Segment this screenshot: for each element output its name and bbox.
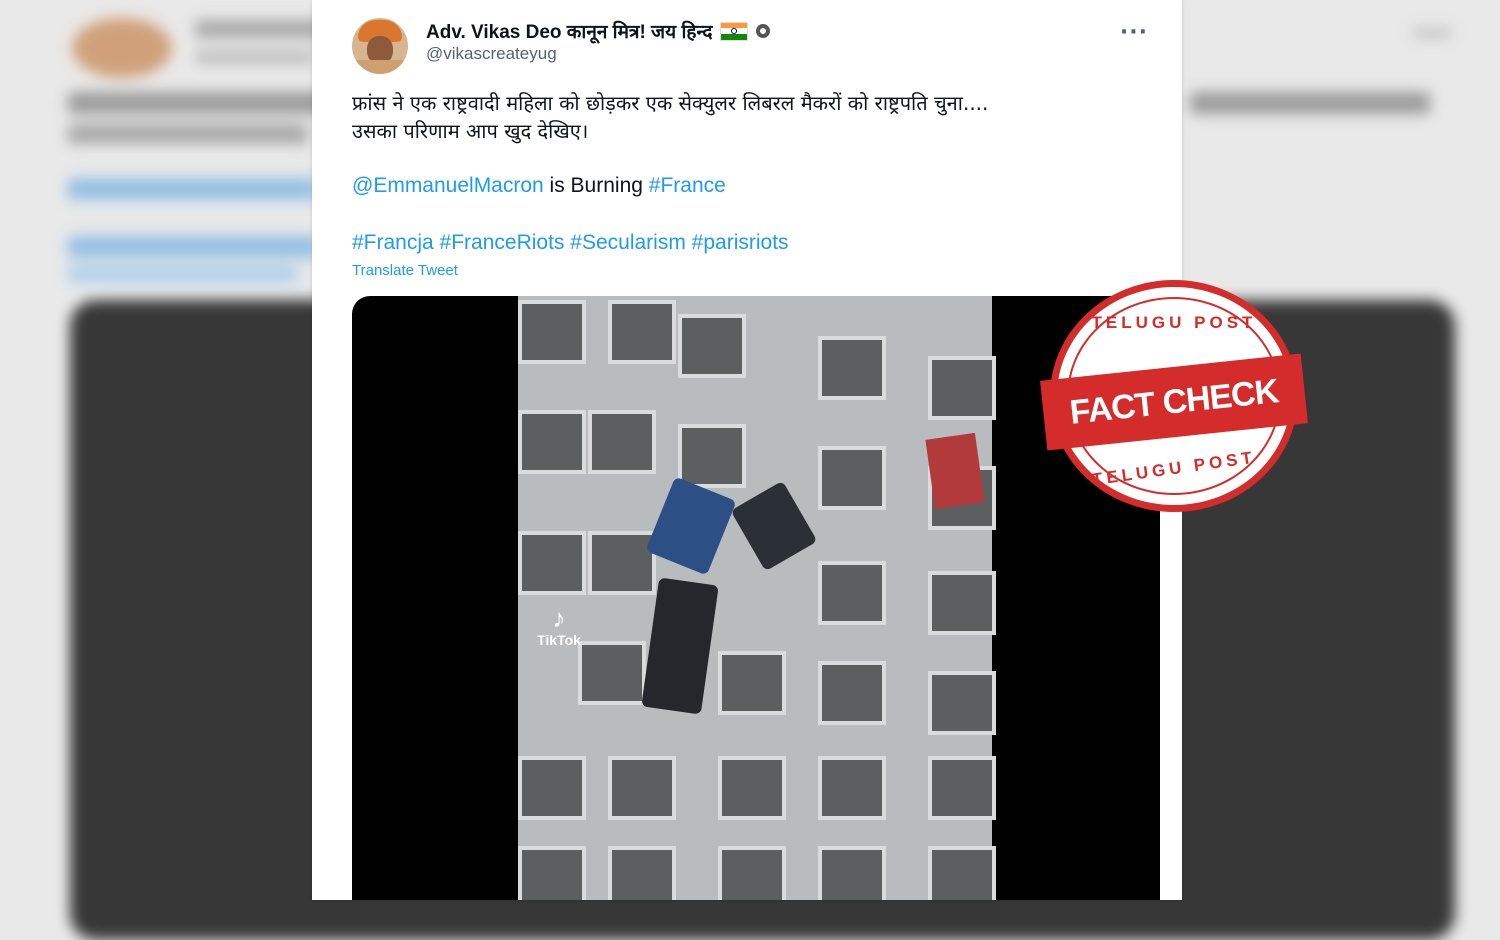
stamp-center-text: FACT CHECK [1067, 371, 1280, 432]
blurred-link [68, 236, 318, 258]
stamp-top-text: TELUGU POST [1091, 313, 1257, 332]
tiktok-label: TikTok [537, 632, 581, 648]
mention-suffix: is Burning [543, 174, 649, 197]
video-frame: ♪ TikTok [518, 296, 996, 900]
hashtag-link[interactable]: #FranceRiots [440, 231, 565, 254]
tiktok-icon: ♪ [552, 603, 566, 633]
india-flag-icon [720, 21, 749, 41]
blurred-link [68, 266, 298, 282]
tweet-mention-line: @EmmanuelMacron is Burning #France [352, 174, 726, 198]
tiktok-watermark: ♪ TikTok [524, 604, 594, 664]
hashtag-link[interactable]: #France [649, 174, 726, 197]
hashtag-link[interactable]: #parisriots [692, 231, 789, 254]
hashtag-link[interactable]: #Secularism [570, 231, 686, 254]
author-handle[interactable]: @vikascreateyug [426, 44, 557, 64]
hashtag-line: #Francja #FranceRiots #Secularism #paris… [352, 231, 789, 255]
blurred-avatar [72, 18, 172, 78]
author-name[interactable]: Adv. Vikas Deo कानून मित्र! जय हिन्द [426, 18, 712, 44]
more-options-icon[interactable]: ··· [1120, 20, 1148, 45]
blurred-link [68, 178, 318, 200]
verified-badge-icon [756, 24, 771, 38]
blurred-text [68, 124, 308, 144]
blurred-more [1412, 28, 1452, 38]
author-row: Adv. Vikas Deo कानून मित्र! जय हिन्द [426, 18, 771, 44]
fact-check-stamp: TELUGU POST FACT CHECK TELUGU POST [1040, 280, 1308, 512]
blurred-text [1190, 92, 1430, 114]
blurred-handle [195, 50, 315, 64]
tweet-text-line: उसका परिणाम आप खुद देखिए। [352, 119, 589, 143]
tweet-text-line: फ्रांस ने एक राष्ट्रवादी महिला को छोड़कर… [352, 91, 989, 115]
avatar[interactable] [352, 18, 408, 74]
hanging-flag [925, 432, 985, 510]
blurred-text [68, 92, 328, 114]
video-player[interactable]: ♪ TikTok [352, 296, 1160, 900]
mention-link[interactable]: @EmmanuelMacron [352, 174, 544, 197]
hashtag-link[interactable]: #Francja [352, 231, 434, 254]
translate-tweet-link[interactable]: Translate Tweet [352, 262, 458, 279]
